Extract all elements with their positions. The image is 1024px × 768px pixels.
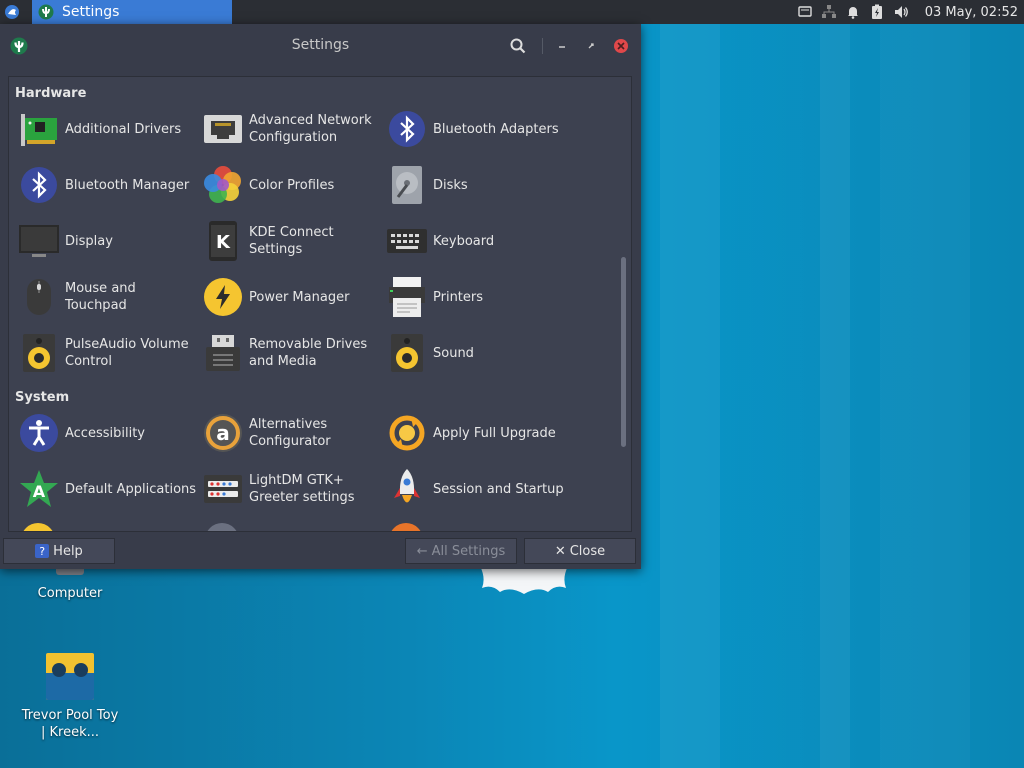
settings-item-removable-drives[interactable]: Removable Drives and Media <box>201 329 385 377</box>
maximize-icon[interactable] <box>585 38 597 58</box>
pcb-card-icon <box>17 107 61 151</box>
wallpaper-streak <box>880 24 970 768</box>
chat-icon[interactable] <box>797 4 813 20</box>
speaker-icon <box>385 331 429 375</box>
settings-item-lightdm-greeter[interactable]: LightDM GTK+ Greeter settings <box>201 465 385 513</box>
settings-item-color-profiles[interactable]: Color Profiles <box>201 161 385 209</box>
close-button[interactable]: ✕ Close <box>524 538 636 564</box>
settings-item-advanced-network[interactable]: Advanced Network Configuration <box>201 105 385 153</box>
disk-icon <box>385 163 429 207</box>
content-scrollbar[interactable] <box>621 257 626 447</box>
usb-drive-icon <box>201 331 245 375</box>
volume-icon[interactable] <box>893 4 909 20</box>
lightning-icon <box>201 275 245 319</box>
settings-item-mouse-touchpad[interactable]: Mouse and Touchpad <box>17 273 201 321</box>
accessibility-icon <box>17 411 61 455</box>
settings-item-printers[interactable]: Printers <box>385 273 569 321</box>
monitor-icon <box>17 219 61 263</box>
alternatives-icon: a <box>201 411 245 455</box>
xfce-logo-icon[interactable] <box>4 4 20 20</box>
keyboard-icon <box>385 219 429 263</box>
settings-window-icon <box>38 4 54 20</box>
wallpaper-streak <box>820 24 850 768</box>
wallpaper-streak <box>660 24 720 768</box>
window-titlebar[interactable]: Settings <box>0 24 641 68</box>
bluetooth-icon <box>17 163 61 207</box>
settings-item-apply-full-upgrade[interactable]: Apply Full Upgrade <box>385 409 569 457</box>
window-title: Settings <box>291 37 350 53</box>
settings-item-keyboard[interactable]: Keyboard <box>385 217 569 265</box>
wallpaper-mascot <box>478 566 570 596</box>
lightdm-icon <box>201 467 245 511</box>
section-title-hardware: Hardware <box>15 86 87 101</box>
taskbar-settings-button[interactable]: Settings <box>32 0 232 24</box>
settings-item-disks[interactable]: Disks <box>385 161 569 209</box>
desktop-icon-trevor-pool-toy[interactable]: Trevor Pool Toy | Kreek... <box>18 652 122 747</box>
close-icon[interactable] <box>613 38 629 58</box>
settings-item-display[interactable]: Display <box>17 217 201 265</box>
minimize-icon[interactable] <box>556 38 568 58</box>
desktop-icon-label: Computer <box>37 586 103 601</box>
settings-content: Hardware Additional Drivers Advanced Net… <box>8 76 632 532</box>
help-icon: ? <box>35 544 50 558</box>
desktop-icon-label: Trevor Pool Toy | Kreek... <box>21 708 119 740</box>
svg-text:K: K <box>216 232 231 253</box>
window-button-bar: ? Help ← All Settings ✕ Close <box>0 532 641 569</box>
mouse-icon <box>17 275 61 319</box>
settings-item-sound[interactable]: Sound <box>385 329 569 377</box>
settings-item-bluetooth-adapters[interactable]: Bluetooth Adapters <box>385 105 569 153</box>
top-panel: Settings 03 May, 02:52 <box>0 0 1024 24</box>
arrow-left-icon: ← <box>416 543 428 559</box>
section-title-system: System <box>15 390 70 405</box>
svg-text:A: A <box>33 482 46 501</box>
taskbar-title: Settings <box>62 4 120 20</box>
network-icon[interactable] <box>821 4 837 20</box>
partial-icon-row <box>9 523 631 531</box>
settings-item-power-manager[interactable]: Power Manager <box>201 273 385 321</box>
titlebar-separator <box>542 38 543 54</box>
speaker-icon <box>17 331 61 375</box>
settings-item-alternatives-configurator[interactable]: a Alternatives Configurator <box>201 409 385 457</box>
close-x-icon: ✕ <box>554 543 566 559</box>
rocket-icon <box>385 467 429 511</box>
settings-item-accessibility[interactable]: Accessibility <box>17 409 201 457</box>
help-button[interactable]: ? Help <box>3 538 115 564</box>
settings-item-session-startup[interactable]: Session and Startup <box>385 465 569 513</box>
all-settings-button[interactable]: ← All Settings <box>405 538 517 564</box>
upgrade-icon <box>385 411 429 455</box>
ethernet-port-icon <box>201 107 245 151</box>
battery-icon[interactable] <box>869 4 885 20</box>
settings-item-pulseaudio[interactable]: PulseAudio Volume Control <box>17 329 201 377</box>
settings-item-bluetooth-manager[interactable]: Bluetooth Manager <box>17 161 201 209</box>
bluetooth-icon <box>385 107 429 151</box>
image-file-icon <box>46 653 94 700</box>
bell-icon[interactable] <box>845 4 861 20</box>
search-icon[interactable] <box>510 38 526 58</box>
color-flower-icon <box>201 163 245 207</box>
settings-item-additional-drivers[interactable]: Additional Drivers <box>17 105 201 153</box>
settings-item-kde-connect[interactable]: K KDE Connect Settings <box>201 217 385 265</box>
clock[interactable]: 03 May, 02:52 <box>925 5 1018 20</box>
kde-connect-icon: K <box>201 219 245 263</box>
system-tray: 03 May, 02:52 <box>797 0 1024 24</box>
printer-icon <box>385 275 429 319</box>
svg-text:a: a <box>216 421 230 445</box>
default-apps-star-icon: A <box>17 467 61 511</box>
settings-item-default-applications[interactable]: A Default Applications <box>17 465 201 513</box>
settings-window: Settings Hardware Additional Drivers Adv… <box>0 24 641 569</box>
